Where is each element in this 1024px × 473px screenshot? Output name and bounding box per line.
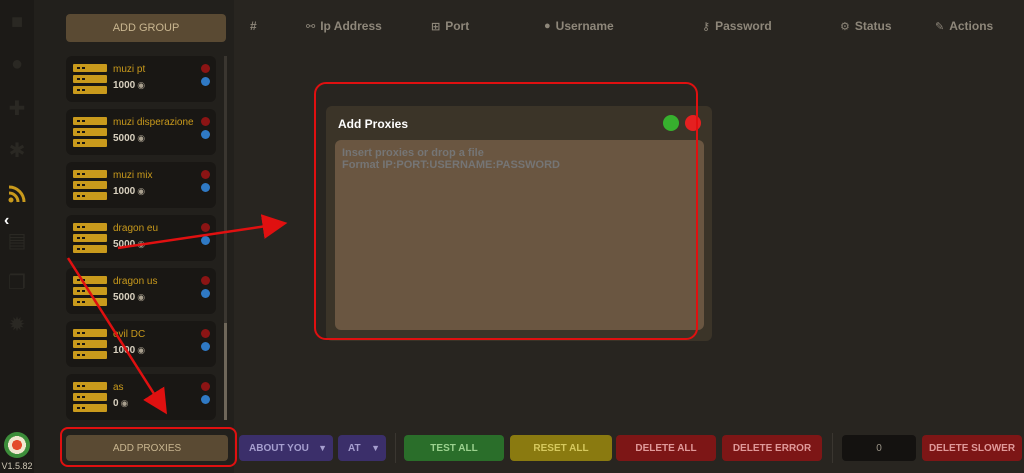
edit-group-icon[interactable] bbox=[201, 130, 210, 139]
group-name: as bbox=[113, 382, 124, 393]
edit-group-icon[interactable] bbox=[201, 395, 210, 404]
reset-all-button[interactable]: RESET ALL bbox=[510, 435, 612, 461]
test-all-button[interactable]: TEST ALL bbox=[404, 435, 504, 461]
collapse-sidebar-button[interactable]: ‹ bbox=[4, 212, 9, 230]
server-icon bbox=[73, 117, 107, 147]
puzzle-icon[interactable]: ✚ bbox=[5, 96, 29, 120]
proxy-input[interactable] bbox=[335, 140, 704, 330]
delete-error-button[interactable]: DELETE ERROR bbox=[722, 435, 822, 461]
group-name: dragon us bbox=[113, 276, 158, 287]
chart-icon[interactable]: ▤ bbox=[5, 228, 29, 252]
plugin-icon[interactable]: ✱ bbox=[5, 138, 29, 162]
group-card[interactable]: muzi mix 1000 ◉ bbox=[66, 162, 216, 208]
delete-group-icon[interactable] bbox=[201, 223, 210, 232]
mode-select[interactable]: AT ▼ bbox=[338, 435, 386, 461]
close-button[interactable] bbox=[685, 115, 701, 131]
column-header-port[interactable]: ⊞ Port bbox=[431, 19, 469, 33]
group-list-scrollbar-thumb[interactable] bbox=[224, 323, 227, 420]
group-card[interactable]: dragon eu 5000 ◉ bbox=[66, 215, 216, 261]
copy-icon[interactable]: ❐ bbox=[5, 270, 29, 294]
add-group-button[interactable]: ADD GROUP bbox=[66, 14, 226, 42]
group-name: muzi pt bbox=[113, 64, 146, 75]
slow-threshold-input[interactable]: 0 bbox=[842, 435, 916, 461]
rss-icon: ◉ bbox=[137, 186, 146, 196]
column-header-ip-address[interactable]: ⚯ Ip Address bbox=[306, 19, 382, 33]
column-header-password[interactable]: ⚷ Password bbox=[702, 19, 772, 33]
group-list: muzi pt 1000 ◉ muzi disperazione 5000 ◉ mu… bbox=[66, 56, 220, 420]
rss-icon: ◉ bbox=[137, 80, 146, 90]
column-header-index[interactable]: # bbox=[250, 19, 257, 33]
server-icon bbox=[73, 223, 107, 253]
group-card[interactable]: evil DC 1000 ◉ bbox=[66, 321, 216, 367]
group-count: 5000 ◉ bbox=[113, 133, 146, 144]
add-proxies-button[interactable]: ADD PROXIES bbox=[66, 435, 228, 461]
add-proxies-modal: Add Proxies bbox=[326, 106, 712, 341]
edit-group-icon[interactable] bbox=[201, 289, 210, 298]
sidebar-rail: ■ ● ✚ ✱ ▤ ❐ ✹ ‹ V1.5.82 bbox=[0, 0, 34, 473]
edit-group-icon[interactable] bbox=[201, 342, 210, 351]
column-header-username[interactable]: ● Username bbox=[544, 19, 614, 33]
group-count: 1000 ◉ bbox=[113, 186, 146, 197]
rss-icon: ◉ bbox=[137, 292, 146, 302]
user-circle-icon[interactable]: ● bbox=[5, 52, 29, 76]
key-icon: ⚷ bbox=[702, 20, 711, 33]
sitemap-icon: ⊞ bbox=[431, 20, 441, 33]
avatar[interactable] bbox=[4, 432, 30, 458]
chevron-down-icon: ▼ bbox=[371, 443, 380, 453]
edit-group-icon[interactable] bbox=[201, 77, 210, 86]
column-header-actions[interactable]: ✎ Actions bbox=[935, 19, 993, 33]
delete-group-icon[interactable] bbox=[201, 117, 210, 126]
server-icon bbox=[73, 382, 107, 412]
edit-group-icon[interactable] bbox=[201, 236, 210, 245]
delete-group-icon[interactable] bbox=[201, 170, 210, 179]
toolbar-divider bbox=[395, 433, 396, 463]
rss-icon: ◉ bbox=[137, 239, 146, 249]
chevron-down-icon: ▼ bbox=[318, 443, 327, 453]
delete-slower-button[interactable]: DELETE SLOWER bbox=[922, 435, 1022, 461]
network-icon: ⚯ bbox=[306, 20, 316, 33]
rss-icon[interactable] bbox=[5, 182, 29, 206]
server-icon bbox=[73, 329, 107, 359]
user-icon: ● bbox=[544, 20, 551, 32]
delete-group-icon[interactable] bbox=[201, 382, 210, 391]
confirm-button[interactable] bbox=[663, 115, 679, 131]
group-count: 1000 ◉ bbox=[113, 345, 146, 356]
group-count: 5000 ◉ bbox=[113, 292, 146, 303]
gears-icon: ⚙ bbox=[840, 20, 850, 33]
delete-group-icon[interactable] bbox=[201, 276, 210, 285]
rss-icon: ◉ bbox=[137, 345, 146, 355]
edit-group-icon[interactable] bbox=[201, 183, 210, 192]
group-count: 5000 ◉ bbox=[113, 239, 146, 250]
gear-icon[interactable]: ✹ bbox=[5, 312, 29, 336]
group-card[interactable]: dragon us 5000 ◉ bbox=[66, 268, 216, 314]
delete-group-icon[interactable] bbox=[201, 64, 210, 73]
column-header-status[interactable]: ⚙ Status bbox=[840, 19, 892, 33]
server-icon bbox=[73, 170, 107, 200]
toolbar-divider bbox=[832, 433, 833, 463]
rss-icon: ◉ bbox=[120, 398, 129, 408]
wrench-icon: ✎ bbox=[935, 20, 945, 33]
group-count: 0 ◉ bbox=[113, 398, 129, 409]
server-icon bbox=[73, 276, 107, 306]
group-select[interactable]: ABOUT YOU ▼ bbox=[239, 435, 333, 461]
group-card[interactable]: muzi pt 1000 ◉ bbox=[66, 56, 216, 102]
delete-group-icon[interactable] bbox=[201, 329, 210, 338]
version-label: V1.5.82 bbox=[1, 461, 33, 471]
group-name: muzi disperazione bbox=[113, 117, 194, 128]
group-name: dragon eu bbox=[113, 223, 159, 234]
group-name: evil DC bbox=[113, 329, 146, 340]
group-card[interactable]: muzi disperazione 5000 ◉ bbox=[66, 109, 216, 155]
group-name: muzi mix bbox=[113, 170, 153, 181]
rss-icon: ◉ bbox=[137, 133, 146, 143]
group-count: 1000 ◉ bbox=[113, 80, 146, 91]
modal-title: Add Proxies bbox=[338, 117, 409, 131]
server-icon bbox=[73, 64, 107, 94]
delete-all-button[interactable]: DELETE ALL bbox=[616, 435, 716, 461]
group-panel: ADD GROUP muzi pt 1000 ◉ muzi disperazion… bbox=[34, 0, 234, 473]
group-card[interactable]: as 0 ◉ bbox=[66, 374, 216, 420]
account-icon[interactable]: ■ bbox=[5, 10, 29, 34]
